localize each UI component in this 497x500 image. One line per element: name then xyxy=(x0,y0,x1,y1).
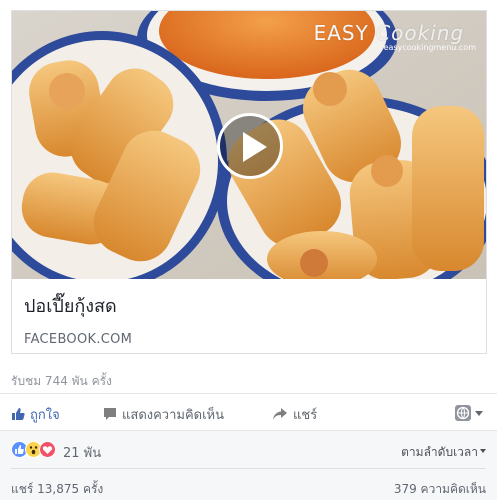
play-button[interactable] xyxy=(217,113,283,179)
reaction-count[interactable]: 21 พัน xyxy=(63,442,101,463)
share-arrow-icon xyxy=(272,407,288,425)
chevron-down-icon xyxy=(475,411,483,416)
watermark: EASY Cooking easycookingmenu.com xyxy=(314,21,476,52)
view-count: รับชม 744 พัน ครั้ง xyxy=(11,374,112,388)
watermark-brand-suffix: Cooking xyxy=(376,21,465,45)
audience-selector[interactable] xyxy=(454,403,486,423)
love-icon xyxy=(39,441,56,458)
thumbs-up-icon xyxy=(11,407,25,425)
like-label: ถูกใจ xyxy=(30,408,60,423)
share-button[interactable]: แชร์ xyxy=(272,404,317,425)
watermark-brand: EASY xyxy=(313,21,369,45)
card-title[interactable]: ปอเปี๊ยกุ้งสด xyxy=(24,291,117,320)
reaction-bar: 21 พัน ตามลำดับเวลา แชร์ 13,875 ครั้ง 37… xyxy=(0,430,497,500)
sort-label: ตามลำดับเวลา xyxy=(401,445,478,459)
like-button[interactable]: ถูกใจ xyxy=(11,404,60,425)
globe-icon xyxy=(455,405,471,421)
comment-button[interactable]: แสดงความคิดเห็น xyxy=(103,404,224,425)
divider xyxy=(0,393,497,394)
divider xyxy=(11,468,486,469)
comment-sort-dropdown[interactable]: ตามลำดับเวลา xyxy=(401,443,486,462)
comment-label: แสดงความคิดเห็น xyxy=(122,408,225,423)
video-thumbnail[interactable]: EASY Cooking easycookingmenu.com xyxy=(12,11,486,279)
caret-down-icon xyxy=(480,449,486,453)
card-source: FACEBOOK.COM xyxy=(24,332,133,347)
comment-icon xyxy=(103,407,117,425)
share-label: แชร์ xyxy=(293,408,318,423)
link-preview-card[interactable]: EASY Cooking easycookingmenu.com ปอเปี๊ย… xyxy=(11,10,487,354)
share-count[interactable]: แชร์ 13,875 ครั้ง xyxy=(11,480,103,499)
play-icon xyxy=(243,132,267,162)
comment-count[interactable]: 379 ความคิดเห็น xyxy=(394,480,486,499)
action-bar: ถูกใจ แสดงความคิดเห็น แชร์ xyxy=(0,398,497,428)
